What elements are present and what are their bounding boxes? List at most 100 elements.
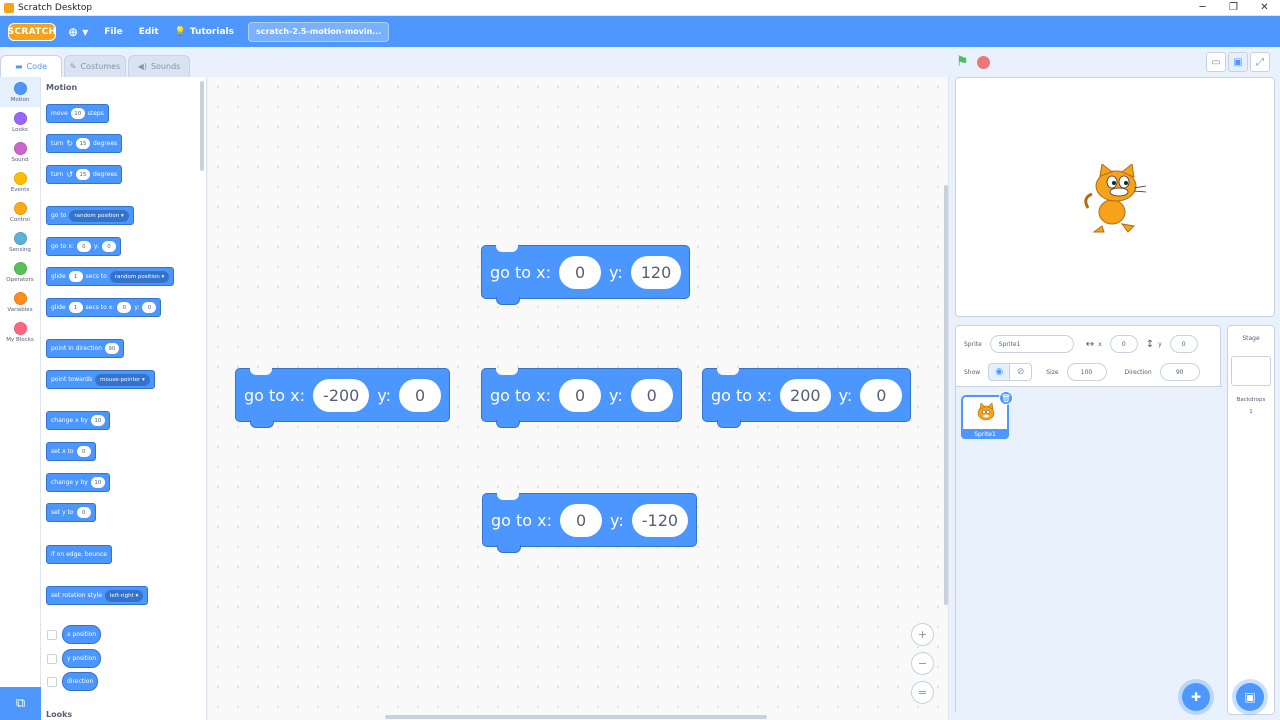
x-input[interactable]: -200 bbox=[313, 378, 370, 412]
script-workspace[interactable]: go to x: 0 y: 120 go to x: -200 y: 0 go … bbox=[208, 77, 949, 720]
add-extension-button[interactable]: ⧉ bbox=[0, 687, 41, 720]
change-y-block[interactable]: change y by 10 bbox=[46, 473, 110, 492]
delete-sprite-button[interactable]: 🗑 bbox=[999, 391, 1013, 405]
workspace-horizontal-scrollbar[interactable] bbox=[385, 715, 767, 719]
x-input[interactable]: 0 bbox=[1109, 335, 1138, 353]
size-input[interactable]: 100 bbox=[1066, 363, 1107, 381]
category-events[interactable]: Events bbox=[0, 167, 40, 197]
direction-checkbox[interactable] bbox=[47, 677, 57, 687]
category-control[interactable]: Control bbox=[0, 197, 40, 227]
y-position-checkbox[interactable] bbox=[47, 654, 57, 664]
x-change-input[interactable]: 10 bbox=[90, 415, 105, 426]
project-title-input[interactable]: scratch-2.5-motion-movin... bbox=[247, 21, 390, 42]
x-input[interactable]: 0 bbox=[560, 503, 603, 537]
language-menu[interactable]: ⊕ ▾ bbox=[68, 25, 88, 39]
steps-input[interactable]: 10 bbox=[70, 108, 85, 119]
secs-input[interactable]: 1 bbox=[68, 271, 83, 282]
close-button[interactable]: ✕ bbox=[1249, 0, 1280, 16]
target-dropdown[interactable]: random position ▾ bbox=[109, 270, 170, 283]
secs-input[interactable]: 1 bbox=[68, 302, 83, 313]
go-to-xy-block[interactable]: go to x: 0 y: 0 bbox=[481, 368, 682, 428]
x-input[interactable]: 0 bbox=[76, 241, 91, 252]
add-backdrop-button[interactable]: ▣ bbox=[1236, 683, 1264, 711]
category-operators[interactable]: Operators bbox=[0, 257, 40, 287]
glide-to-xy-block[interactable]: glide 1 secs to x: 0 y: 0 bbox=[46, 298, 162, 317]
tab-sounds[interactable]: ◀) Sounds bbox=[128, 55, 190, 77]
turn-right-block[interactable]: turn ↻ 15 degrees bbox=[46, 134, 123, 153]
point-towards-block[interactable]: point towards mouse-pointer ▾ bbox=[46, 370, 155, 389]
x-input[interactable]: 0 bbox=[559, 255, 602, 289]
degrees-input[interactable]: 15 bbox=[76, 138, 91, 149]
add-sprite-button[interactable]: ✚ bbox=[1182, 683, 1210, 711]
cat-sprite[interactable] bbox=[1082, 164, 1148, 234]
go-to-xy-block[interactable]: go to x: 200 y: 0 bbox=[702, 368, 912, 428]
go-to-block[interactable]: go to random position ▾ bbox=[46, 206, 134, 225]
move-steps-block[interactable]: move 10 steps bbox=[46, 104, 109, 123]
category-motion[interactable]: Motion bbox=[0, 77, 40, 107]
rotation-style-dropdown[interactable]: left-right ▾ bbox=[104, 589, 144, 602]
small-stage-icon[interactable]: ▭ bbox=[1206, 52, 1226, 72]
tab-costumes[interactable]: ✎ Costumes bbox=[64, 55, 126, 77]
category-sensing[interactable]: Sensing bbox=[0, 227, 40, 257]
stage-target-panel[interactable]: Stage Backdrops 1 bbox=[1227, 325, 1275, 715]
zoom-out-button[interactable]: − bbox=[911, 652, 934, 675]
go-to-xy-block[interactable]: go to x: 0 y: 120 bbox=[481, 245, 691, 305]
category-looks[interactable]: Looks bbox=[0, 107, 40, 137]
stop-icon[interactable] bbox=[976, 55, 990, 69]
y-input[interactable]: 0 bbox=[630, 378, 673, 412]
y-input[interactable]: 0 bbox=[860, 378, 903, 412]
x-position-checkbox[interactable] bbox=[47, 630, 57, 640]
sprite-name-input[interactable]: Sprite1 bbox=[989, 335, 1074, 353]
x-input[interactable]: 0 bbox=[559, 378, 602, 412]
x-position-reporter[interactable]: x position bbox=[62, 625, 102, 644]
scratch-logo[interactable]: SCRATCH bbox=[8, 22, 56, 41]
go-to-xy-block[interactable]: go to x: 0 y: -120 bbox=[482, 493, 698, 553]
edit-menu[interactable]: Edit bbox=[139, 27, 159, 37]
y-input[interactable]: 0 bbox=[142, 302, 157, 313]
y-input[interactable]: 0 bbox=[102, 241, 117, 252]
backdrop-thumbnail[interactable] bbox=[1231, 356, 1271, 386]
workspace-vertical-scrollbar[interactable] bbox=[944, 185, 948, 605]
turn-left-block[interactable]: turn ↺ 15 degrees bbox=[46, 165, 123, 184]
y-input[interactable]: 0 bbox=[76, 507, 91, 518]
set-x-block[interactable]: set x to 0 bbox=[46, 442, 96, 461]
x-input[interactable]: 200 bbox=[780, 378, 831, 412]
point-in-direction-block[interactable]: point in direction 90 bbox=[46, 339, 124, 358]
go-to-xy-block[interactable]: go to x: -200 y: 0 bbox=[235, 368, 451, 428]
glide-to-block[interactable]: glide 1 secs to random position ▾ bbox=[46, 267, 175, 286]
set-rotation-style-block[interactable]: set rotation style left-right ▾ bbox=[46, 586, 149, 605]
go-to-xy-block[interactable]: go to x: 0 y: 0 bbox=[46, 237, 122, 256]
x-input[interactable]: 0 bbox=[117, 302, 132, 313]
tab-code[interactable]: ▬ Code bbox=[0, 55, 62, 77]
y-position-reporter[interactable]: y position bbox=[62, 649, 102, 668]
category-variables[interactable]: Variables bbox=[0, 287, 40, 317]
target-dropdown[interactable]: random position ▾ bbox=[69, 209, 129, 222]
y-input[interactable]: 0 bbox=[1169, 335, 1198, 353]
direction-input[interactable]: 90 bbox=[1159, 363, 1200, 381]
green-flag-icon[interactable]: ⚑ bbox=[956, 54, 969, 70]
x-input[interactable]: 0 bbox=[76, 446, 91, 457]
show-visible-button[interactable]: ◉ bbox=[988, 363, 1011, 381]
change-x-block[interactable]: change x by 10 bbox=[46, 411, 110, 430]
category-my-blocks[interactable]: My Blocks bbox=[0, 317, 40, 347]
show-hidden-button[interactable]: ⊘ bbox=[1010, 363, 1033, 381]
fullscreen-icon[interactable]: ⤢ bbox=[1250, 52, 1270, 72]
file-menu[interactable]: File bbox=[104, 27, 122, 37]
zoom-in-button[interactable]: + bbox=[911, 623, 934, 646]
minimize-button[interactable]: ─ bbox=[1187, 0, 1218, 16]
large-stage-icon[interactable]: ▣ bbox=[1228, 52, 1248, 72]
degrees-input[interactable]: 15 bbox=[76, 169, 91, 180]
category-sound[interactable]: Sound bbox=[0, 137, 40, 167]
set-y-block[interactable]: set y to 0 bbox=[46, 503, 96, 522]
y-input[interactable]: -120 bbox=[631, 503, 689, 537]
zoom-reset-button[interactable]: = bbox=[911, 681, 934, 704]
target-dropdown[interactable]: mouse-pointer ▾ bbox=[95, 373, 150, 386]
sprite-thumbnail[interactable]: Sprite1 🗑 bbox=[961, 391, 1013, 439]
y-input[interactable]: 0 bbox=[399, 378, 442, 412]
if-on-edge-bounce-block[interactable]: if on edge, bounce bbox=[46, 545, 112, 564]
y-input[interactable]: 120 bbox=[630, 255, 682, 289]
direction-input[interactable]: 90 bbox=[104, 343, 119, 354]
palette-scrollbar[interactable] bbox=[200, 81, 204, 171]
stage-canvas[interactable] bbox=[955, 77, 1275, 317]
tutorials-menu[interactable]: 💡 Tutorials bbox=[175, 27, 234, 37]
